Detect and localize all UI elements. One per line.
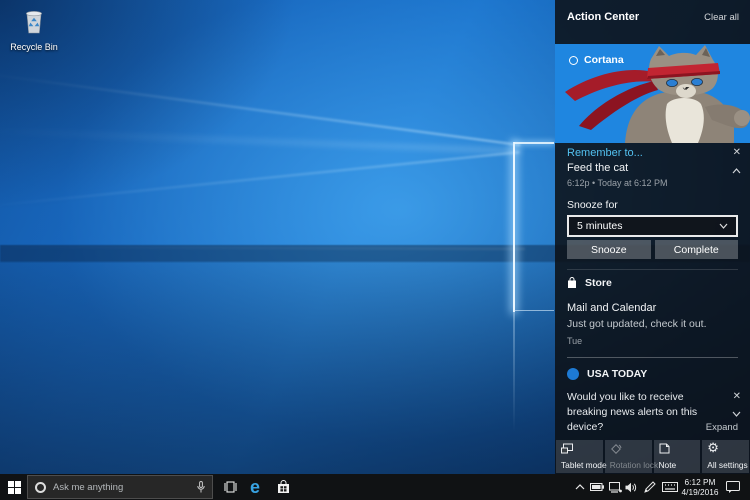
battery-icon [590, 483, 604, 491]
note-icon [659, 443, 670, 456]
reminder-collapse-icon[interactable] [732, 161, 741, 179]
pen-tray-button[interactable] [641, 474, 659, 500]
store-notification-day: Tue [567, 336, 582, 346]
start-button[interactable] [8, 481, 21, 494]
quick-action-label: Note [659, 460, 677, 470]
chevron-down-icon [719, 223, 728, 229]
usatoday-notification-header[interactable]: USA TODAY [567, 368, 647, 380]
cortana-banner-label: Cortana [569, 54, 624, 66]
usatoday-app-name: USA TODAY [587, 368, 647, 380]
cortana-search-icon [35, 482, 46, 493]
action-center-tray-button[interactable] [722, 474, 744, 500]
reminder-subject: Feed the cat [567, 162, 628, 174]
store-icon [567, 277, 577, 289]
usatoday-notification-body[interactable]: Would you like to receive breaking news … [567, 390, 725, 435]
windows-logo-reflection [513, 312, 515, 432]
reminder-buttons: Snooze Complete [567, 240, 738, 259]
snooze-button[interactable]: Snooze [567, 240, 651, 259]
pen-icon [644, 481, 656, 493]
clear-all-button[interactable]: Clear all [704, 12, 739, 23]
search-placeholder: Ask me anything [53, 482, 190, 493]
action-center-title: Action Center [567, 11, 639, 23]
usatoday-logo-icon [567, 368, 579, 380]
search-input[interactable]: Ask me anything [27, 475, 213, 499]
keyboard-icon [662, 482, 678, 492]
volume-tray-button[interactable] [622, 474, 640, 500]
chevron-up-icon [575, 484, 585, 490]
task-view-icon [223, 481, 238, 493]
desktop-screen: Recycle Bin Action Center Clear all [0, 0, 750, 500]
cortana-banner[interactable]: Cortana [555, 44, 750, 143]
tablet-mode-icon [561, 443, 573, 456]
section-divider [567, 357, 738, 358]
expand-link[interactable]: Expand [706, 422, 738, 433]
windows-logo-glow [514, 142, 554, 144]
recycle-bin-label: Recycle Bin [6, 42, 62, 52]
quick-action-label: Tablet mode [561, 460, 607, 470]
recycle-bin-icon [19, 8, 49, 35]
recycle-bin-shortcut[interactable]: Recycle Bin [6, 8, 62, 52]
complete-button[interactable]: Complete [655, 240, 739, 259]
snooze-for-label: Snooze for [567, 199, 618, 211]
tray-overflow-button[interactable] [572, 474, 588, 500]
quick-action-label: Rotation lock [610, 460, 658, 470]
reminder-title: Remember to... [567, 147, 643, 159]
store-taskbar-button[interactable] [272, 474, 294, 500]
windows-logo-glow [513, 142, 515, 312]
microphone-icon[interactable] [197, 481, 205, 494]
usatoday-expand-icon[interactable] [732, 404, 741, 422]
reminder-close-icon[interactable]: ✕ [733, 148, 741, 158]
quick-action-tablet-mode[interactable]: Tablet mode [556, 440, 603, 473]
speaker-icon [625, 482, 637, 493]
battery-tray-button[interactable] [588, 474, 606, 500]
quick-action-rotation-lock[interactable]: Rotation lock [605, 440, 652, 473]
gear-icon: ⚙ [707, 441, 719, 454]
network-icon [609, 482, 622, 493]
section-divider [567, 269, 738, 270]
store-notification-body: Just got updated, check it out. [567, 318, 707, 330]
edge-icon: e [250, 478, 260, 496]
snooze-duration-select[interactable]: 5 minutes [567, 215, 738, 237]
rotation-lock-icon [610, 443, 622, 456]
snooze-duration-value: 5 minutes [577, 220, 623, 232]
action-center-panel: Action Center Clear all [555, 0, 750, 474]
usatoday-close-icon[interactable]: ✕ [733, 392, 741, 402]
windows-logo-glow [514, 310, 554, 311]
quick-action-note[interactable]: Note [654, 440, 701, 473]
quick-actions-row: Tablet mode Rotation lock Note ⚙ All set… [556, 440, 749, 473]
clock-time: 6:12 PM [681, 477, 719, 487]
clock-date: 4/19/2016 [681, 487, 719, 497]
task-view-button[interactable] [219, 474, 241, 500]
store-notification-header[interactable]: Store [567, 277, 612, 289]
reminder-timestamp: 6:12p • Today at 6:12 PM [567, 178, 668, 188]
touch-keyboard-tray-button[interactable] [659, 474, 681, 500]
store-app-name: Store [585, 277, 612, 289]
quick-action-all-settings[interactable]: ⚙ All settings [702, 440, 749, 473]
store-bag-icon [277, 480, 290, 494]
cortana-app-name: Cortana [584, 54, 624, 66]
quick-action-label: All settings [707, 460, 748, 470]
cortana-ring-icon [569, 56, 578, 65]
action-center-icon [726, 481, 740, 493]
taskbar: Ask me anything e [0, 474, 750, 500]
taskbar-clock[interactable]: 6:12 PM 4/19/2016 [681, 477, 719, 497]
windows-logo-icon [8, 481, 14, 487]
store-notification-title[interactable]: Mail and Calendar [567, 302, 656, 314]
edge-taskbar-button[interactable]: e [244, 474, 266, 500]
